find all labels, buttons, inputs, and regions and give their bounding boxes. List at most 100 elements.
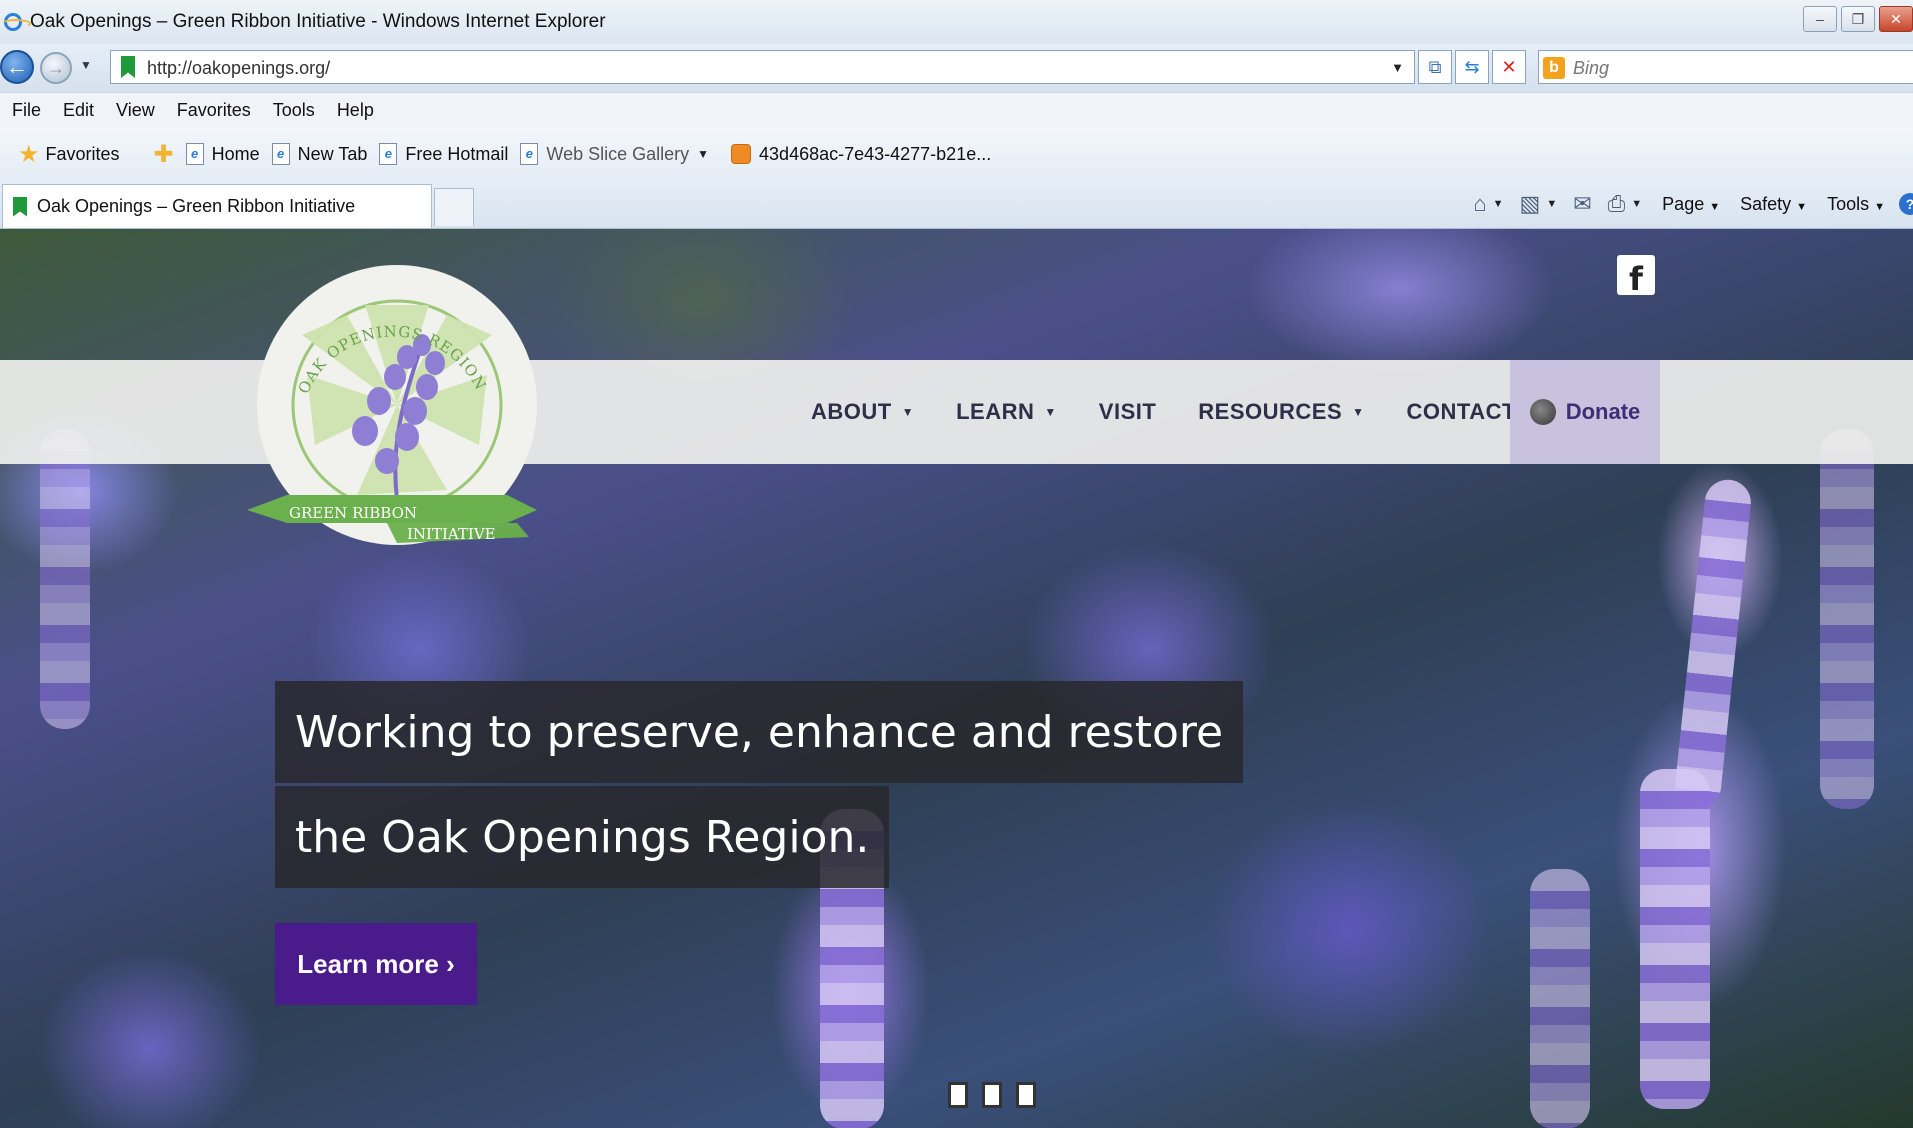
restore-button[interactable]: ❐: [1841, 6, 1875, 32]
ie-page-icon: e: [520, 143, 539, 165]
learn-more-button[interactable]: Learn more ›: [275, 923, 477, 1005]
menu-tools[interactable]: Tools: [273, 100, 315, 121]
nav-resources[interactable]: RESOURCES ▼: [1198, 399, 1364, 425]
site-bookmark-icon: [13, 196, 27, 217]
forward-button[interactable]: →: [40, 52, 72, 84]
menu-favorites[interactable]: Favorites: [177, 100, 251, 121]
compatibility-icon: ⧉: [1428, 56, 1442, 77]
favorites-star-icon: ★: [18, 140, 40, 168]
menu-help[interactable]: Help: [337, 100, 374, 121]
chevron-down-icon[interactable]: ▼: [1631, 198, 1642, 210]
chevron-down-icon: ▼: [1044, 405, 1057, 419]
nav-visit-label: VISIT: [1098, 399, 1157, 424]
hero-flower-decoration: [1672, 477, 1754, 811]
window-titlebar: Oak Openings – Green Ribbon Initiative -…: [0, 0, 1913, 44]
nav-visit[interactable]: VISIT: [1099, 399, 1157, 425]
nav-about[interactable]: ABOUT ▼: [811, 399, 914, 425]
slide-dot-1[interactable]: [948, 1082, 968, 1108]
search-placeholder[interactable]: Bing: [1573, 58, 1609, 79]
ie-page-icon: e: [271, 143, 290, 165]
slide-indicators: [948, 1082, 1036, 1108]
chevron-down-icon: ▼: [1709, 200, 1721, 213]
web-page-viewport: f ABOUT ▼ LEARN ▼ VISIT RESOURCES ▼ CONTACT…: [0, 229, 1913, 1128]
back-arrow-icon: ←: [6, 54, 28, 79]
refresh-button[interactable]: ⇆: [1455, 50, 1489, 84]
hero-headline-line-1: Working to preserve, enhance and restore: [275, 681, 1244, 783]
back-button[interactable]: ←: [0, 50, 34, 84]
recent-pages-dropdown-icon[interactable]: ▼: [80, 58, 92, 72]
address-toolbar: ← → ▼ http://oakopenings.org/ ▼ ⧉ ⇆ ✕ b …: [0, 44, 1913, 92]
compatibility-view-button[interactable]: ⧉: [1418, 50, 1452, 84]
menu-view[interactable]: View: [116, 100, 155, 121]
refresh-icon: ⇆: [1464, 56, 1480, 77]
nav-resources-label: RESOURCES: [1198, 399, 1343, 424]
read-mail-icon[interactable]: ✉: [1573, 191, 1591, 217]
command-bar: ⌂ ▼ ▧ ▼ ✉ ⎙ ▼ Page ▼ Safety ▼ Tools ▼ ?: [1457, 186, 1913, 222]
tools-menu-label: Tools: [1827, 193, 1870, 214]
hero-flower-decoration: [1530, 869, 1590, 1128]
slide-dot-2[interactable]: [982, 1082, 1002, 1108]
chevron-down-icon[interactable]: ▼: [1493, 198, 1504, 210]
chevron-down-icon: ▼: [901, 405, 915, 419]
ie-page-icon: e: [185, 143, 204, 165]
address-dropdown-icon[interactable]: ▼: [1391, 60, 1404, 75]
tab-oak-openings[interactable]: Oak Openings – Green Ribbon Initiative: [2, 184, 432, 228]
logo-ribbon-text-2-overlay: INITIATIVE: [407, 525, 496, 543]
favorite-link-label: Home: [211, 143, 260, 164]
favorite-link-home[interactable]: e Home: [185, 143, 260, 165]
donate-label: Donate: [1565, 399, 1641, 424]
add-to-favorites-bar-icon[interactable]: ✚: [154, 140, 174, 169]
nav-learn-label: LEARN: [956, 399, 1035, 424]
donate-icon: [1529, 399, 1556, 425]
nav-learn[interactable]: LEARN ▼: [956, 399, 1057, 425]
hero-flower-decoration: [1820, 429, 1874, 809]
minimize-button[interactable]: –: [1803, 6, 1837, 32]
chevron-down-icon[interactable]: ▼: [1546, 198, 1557, 210]
favorites-label: Favorites: [45, 143, 120, 164]
favorite-link-new-tab[interactable]: e New Tab: [271, 143, 368, 165]
donate-button[interactable]: Donate: [1510, 360, 1660, 464]
new-tab-button[interactable]: [434, 188, 474, 226]
favorite-link-label: 43d468ac-7e43-4277-b21e...: [759, 143, 992, 164]
tab-row: Oak Openings – Green Ribbon Initiative ⌂…: [0, 180, 1913, 229]
forward-arrow-icon: →: [47, 57, 65, 78]
chevron-down-icon: ▼: [697, 147, 710, 161]
favorite-link-label: Web Slice Gallery: [546, 143, 690, 164]
green-ribbon-logo[interactable]: OAK OPENINGS REGION GREEN RIBBON INITIAT…: [247, 265, 537, 555]
help-icon[interactable]: ?: [1899, 193, 1913, 215]
logo-ribbon-text-1: GREEN RIBBON: [289, 504, 417, 522]
chevron-down-icon: ▼: [1796, 200, 1808, 213]
feeds-icon[interactable]: ▧: [1520, 191, 1541, 217]
menu-file[interactable]: File: [12, 100, 41, 121]
chevron-down-icon: ▼: [1874, 200, 1885, 213]
favorite-link-label: Free Hotmail: [405, 143, 509, 164]
safety-menu[interactable]: Safety ▼: [1740, 194, 1807, 215]
menu-edit[interactable]: Edit: [63, 100, 94, 121]
safety-menu-label: Safety: [1740, 193, 1792, 214]
bing-icon: b: [1543, 57, 1565, 79]
tab-title: Oak Openings – Green Ribbon Initiative: [37, 196, 356, 216]
home-icon[interactable]: ⌂: [1473, 191, 1486, 217]
favorite-link-free-hotmail[interactable]: e Free Hotmail: [379, 143, 508, 165]
hero-flower-decoration: [1640, 769, 1710, 1109]
stop-icon: ✕: [1501, 56, 1517, 77]
print-icon[interactable]: ⎙: [1608, 191, 1626, 217]
page-menu[interactable]: Page ▼: [1662, 194, 1720, 215]
stop-button[interactable]: ✕: [1492, 50, 1526, 84]
facebook-icon[interactable]: f: [1617, 255, 1655, 295]
hero-flower-decoration: [40, 429, 90, 729]
search-box[interactable]: b Bing: [1538, 50, 1913, 84]
chevron-down-icon: ▼: [1352, 405, 1365, 419]
favorite-link-web-slice-gallery[interactable]: e Web Slice Gallery ▼: [520, 143, 709, 165]
menu-bar: File Edit View Favorites Tools Help: [0, 92, 1913, 128]
window-controls: – ❐ ✕: [1803, 6, 1913, 32]
address-url[interactable]: http://oakopenings.org/: [147, 58, 330, 79]
favorite-link-label: New Tab: [297, 143, 368, 164]
favorites-button[interactable]: ★ Favorites: [18, 140, 120, 169]
tools-menu[interactable]: Tools ▼: [1827, 194, 1885, 215]
slide-dot-3[interactable]: [1016, 1082, 1036, 1108]
nav-contact[interactable]: CONTACT: [1407, 399, 1516, 425]
favorite-link-feed[interactable]: 43d468ac-7e43-4277-b21e...: [731, 144, 991, 165]
close-window-button[interactable]: ✕: [1879, 6, 1913, 32]
address-bar[interactable]: http://oakopenings.org/ ▼: [110, 50, 1415, 84]
